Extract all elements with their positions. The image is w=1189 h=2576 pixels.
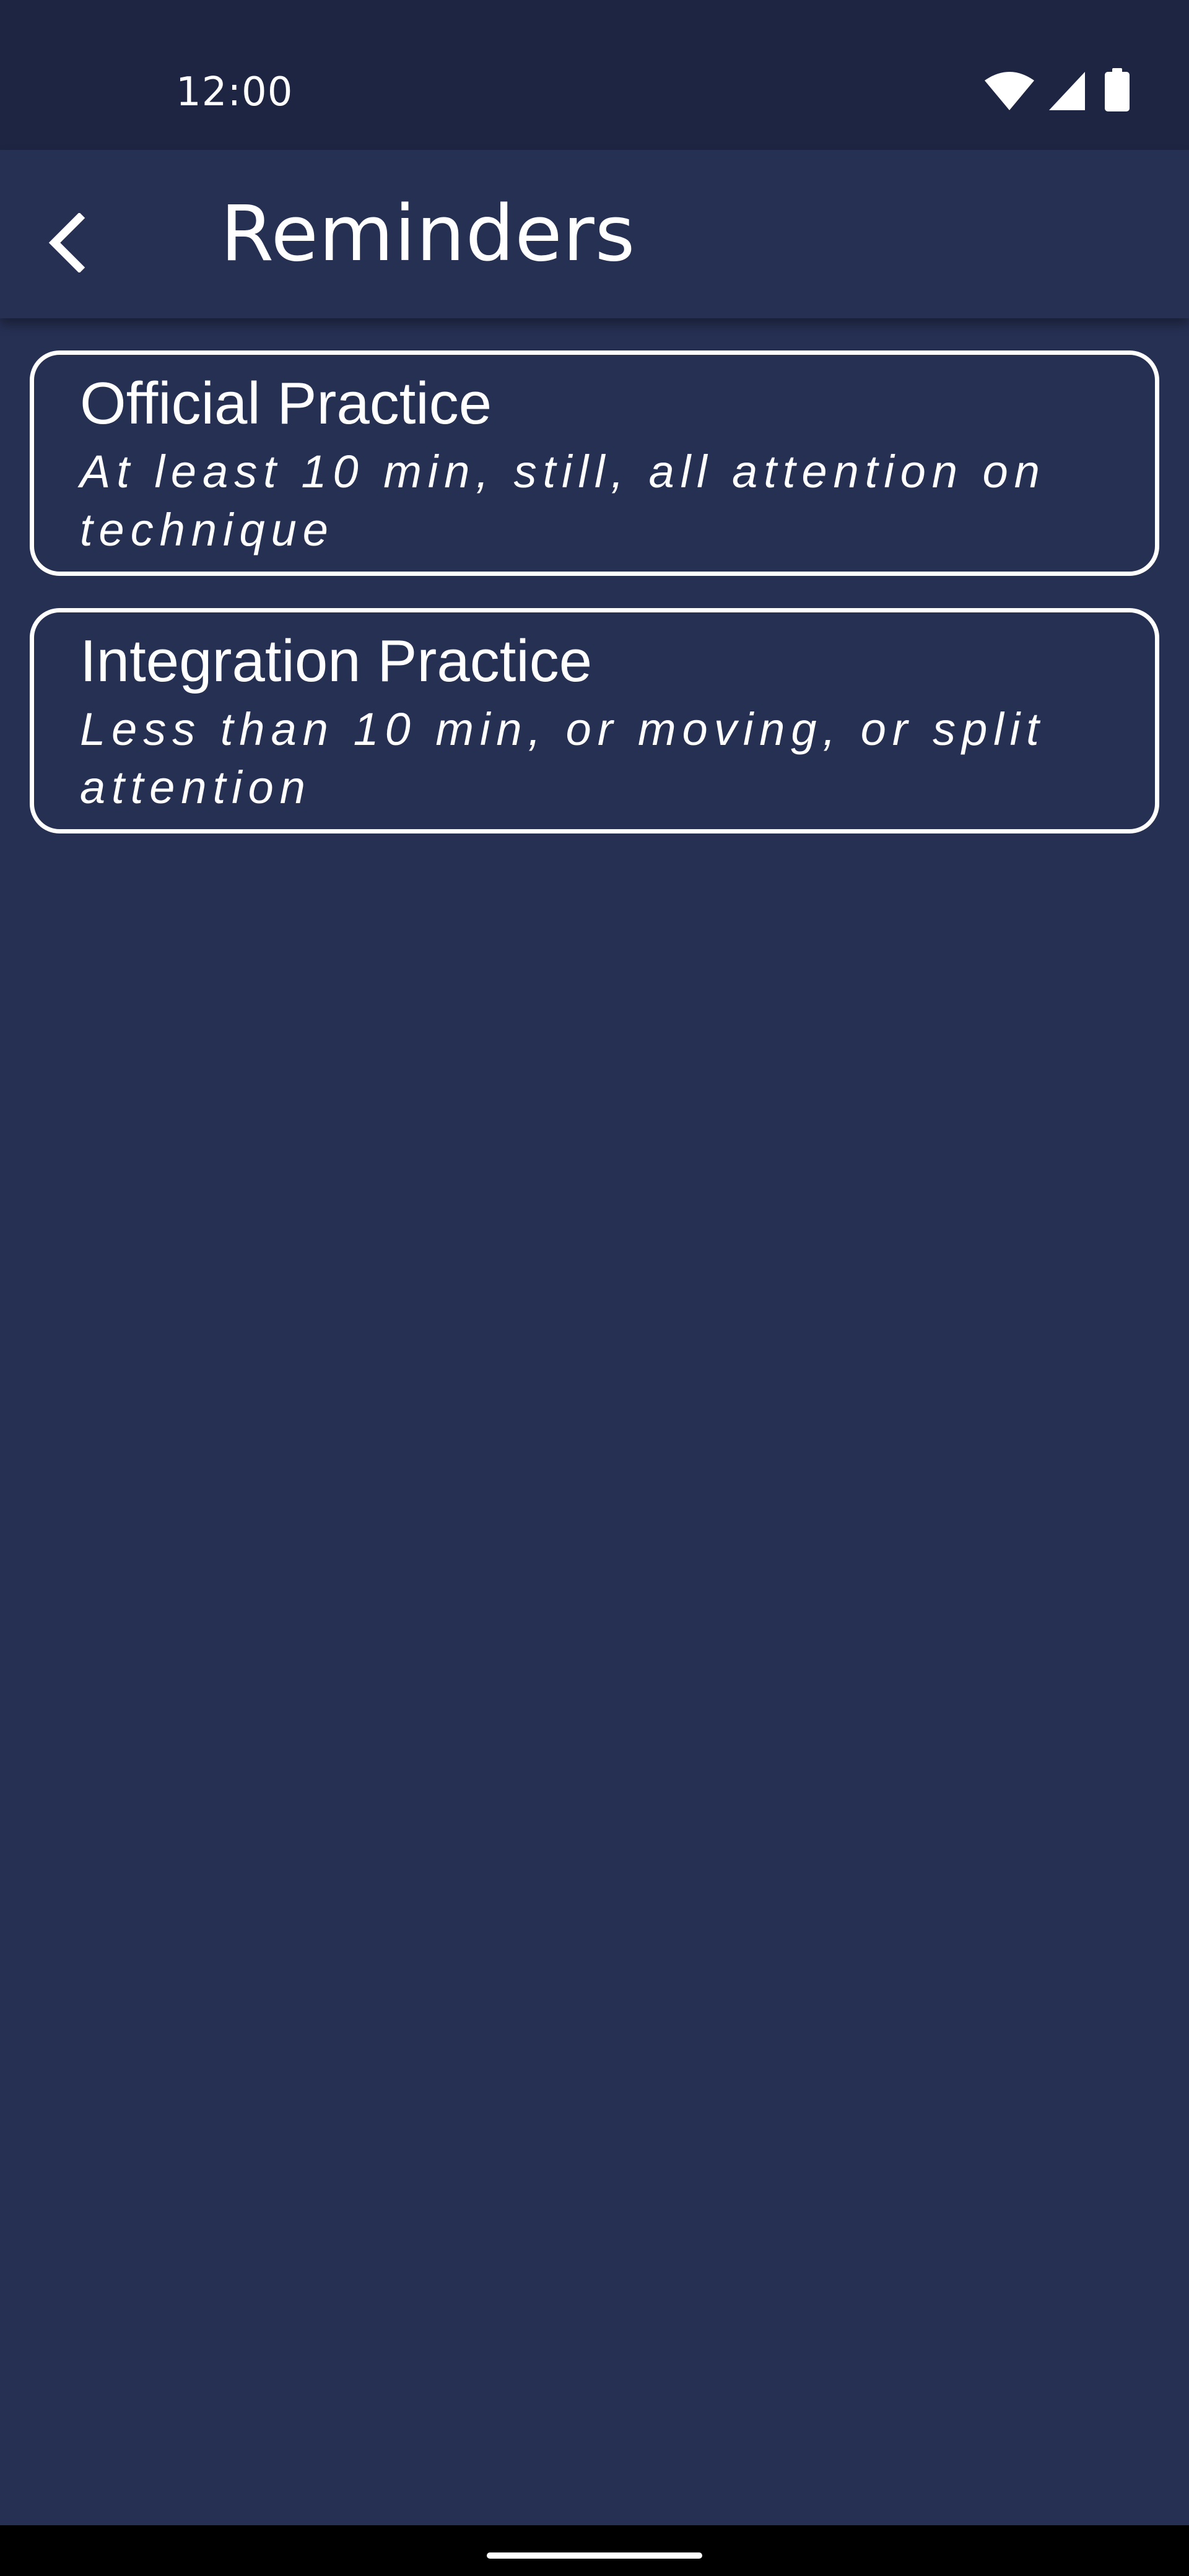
app-bar: Reminders [0,150,1189,318]
card-subtitle: At least 10 min, still, all attention on… [80,446,1046,555]
reminder-card-official-practice[interactable]: Official Practice At least 10 min, still… [30,350,1159,576]
wifi-icon [985,72,1034,110]
card-title: Integration Practice [80,628,593,694]
chevron-left-icon [48,213,85,272]
status-icons [985,68,1133,111]
home-indicator[interactable] [487,2552,702,2559]
reminder-card-integration-practice[interactable]: Integration Practice Less than 10 min, o… [30,608,1159,833]
card-subtitle: Less than 10 min, or moving, or split at… [80,703,1045,813]
signal-icon [1049,72,1085,110]
page-title: Reminders [220,189,636,279]
navigation-bar [0,2525,1189,2576]
status-bar: 12:00 [0,0,1189,150]
card-title: Official Practice [80,370,492,437]
status-time: 12:00 [176,69,294,115]
reminder-list: Official Practice At least 10 min, still… [30,350,1159,866]
back-button[interactable] [32,187,102,281]
reminders-screen: 12:00 Reminders Official Practice At lea… [0,0,1189,2576]
battery-icon [1105,68,1130,111]
